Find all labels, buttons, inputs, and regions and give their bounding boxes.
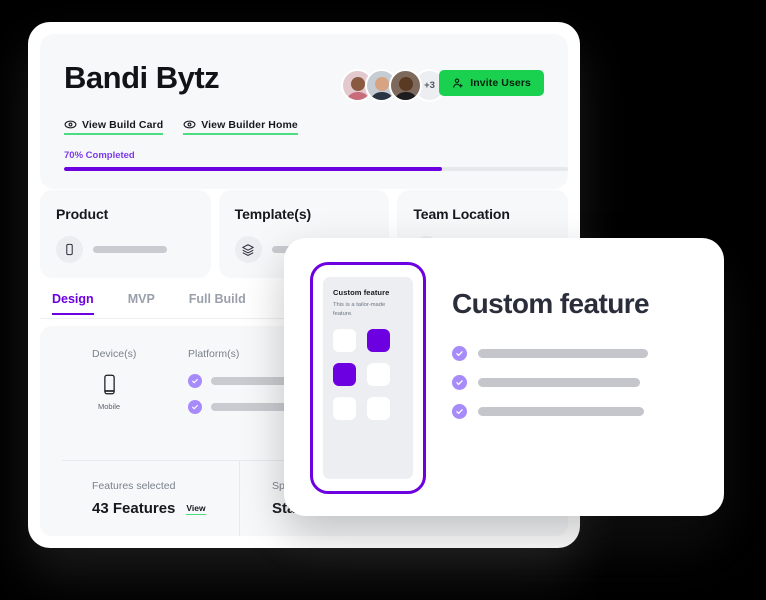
device-name: Mobile [97,402,121,411]
custom-feature-overlay-card: Custom feature This is a tailor-made fea… [284,238,724,516]
stat-value: 43 Features [92,500,176,517]
eye-icon [64,120,77,129]
stat-label: Features selected [92,480,176,492]
grid-cell-selected[interactable] [367,329,390,353]
check-icon [452,375,467,390]
grid-cell[interactable] [333,397,356,421]
phone-feature-title: Custom feature [333,288,390,297]
info-card-title: Product [56,206,109,222]
phone-feature-subtitle: This is a tailor-made feature. [333,302,386,317]
avatar-group[interactable]: +3 [341,69,446,102]
overlay-feature-rows [452,346,698,419]
grid-cell[interactable] [367,397,390,421]
invite-users-button[interactable]: Invite Users [439,70,544,96]
tab-full-build[interactable]: Full Build [189,292,246,315]
grid-cell[interactable] [367,363,390,387]
stat-features-selected: Features selected 43 Features View [40,460,240,536]
overlay-placeholder-bar [478,407,644,416]
device-item-mobile[interactable]: Mobile [92,374,126,411]
phone-feature-grid [333,329,403,421]
overlay-feature-row[interactable] [452,346,698,361]
view-build-card-label: View Build Card [82,118,164,131]
screenshot-stage: Bandi Bytz View Build Card View Builder … [0,0,766,600]
check-icon [452,346,467,361]
overlay-placeholder-bar [478,378,640,387]
stat-value-row: 43 Features View [92,501,239,516]
devices-column: Device(s) Mobile [40,326,188,460]
invite-users-label: Invite Users [470,77,531,89]
avatar[interactable] [389,69,422,102]
tab-mvp[interactable]: MVP [128,292,155,315]
view-builder-home-label: View Builder Home [201,118,298,131]
page-title: Bandi Bytz [64,60,220,95]
mobile-icon [103,374,115,395]
overlay-feature-row[interactable] [452,375,698,390]
mobile-icon [56,236,83,263]
header-panel: Bandi Bytz View Build Card View Builder … [40,34,568,189]
eye-icon [183,120,196,129]
devices-label: Device(s) [92,348,137,360]
header-links: View Build Card View Builder Home [64,118,298,135]
tab-bar: Design MVP Full Build [52,292,246,315]
user-add-icon [453,78,463,88]
overlay-feature-row[interactable] [452,404,698,419]
view-features-link[interactable]: View [186,503,206,515]
info-card-title: Template(s) [234,206,312,222]
phone-mockup: Custom feature This is a tailor-made fea… [310,262,426,494]
overlay-content: Custom feature [452,290,698,419]
phone-screen: Custom feature This is a tailor-made fea… [323,277,413,479]
progress-label: 70% Completed [64,150,135,161]
check-icon [452,404,467,419]
info-card-placeholder-bar [93,246,167,253]
info-card-body [56,236,195,263]
overlay-title: Custom feature [452,288,650,319]
check-icon [188,400,202,414]
info-card-title: Team Location [413,206,510,222]
tab-design[interactable]: Design [52,292,94,315]
progress-bar-track [64,167,568,171]
view-build-card-link[interactable]: View Build Card [64,118,164,135]
grid-cell-selected[interactable] [333,363,356,387]
view-builder-home-link[interactable]: View Builder Home [183,118,298,135]
overlay-placeholder-bar [478,349,648,358]
layers-icon [234,236,262,263]
grid-cell[interactable] [333,329,356,353]
progress-bar-fill [64,167,442,171]
check-icon [188,374,202,388]
info-card-product[interactable]: Product [40,190,211,278]
